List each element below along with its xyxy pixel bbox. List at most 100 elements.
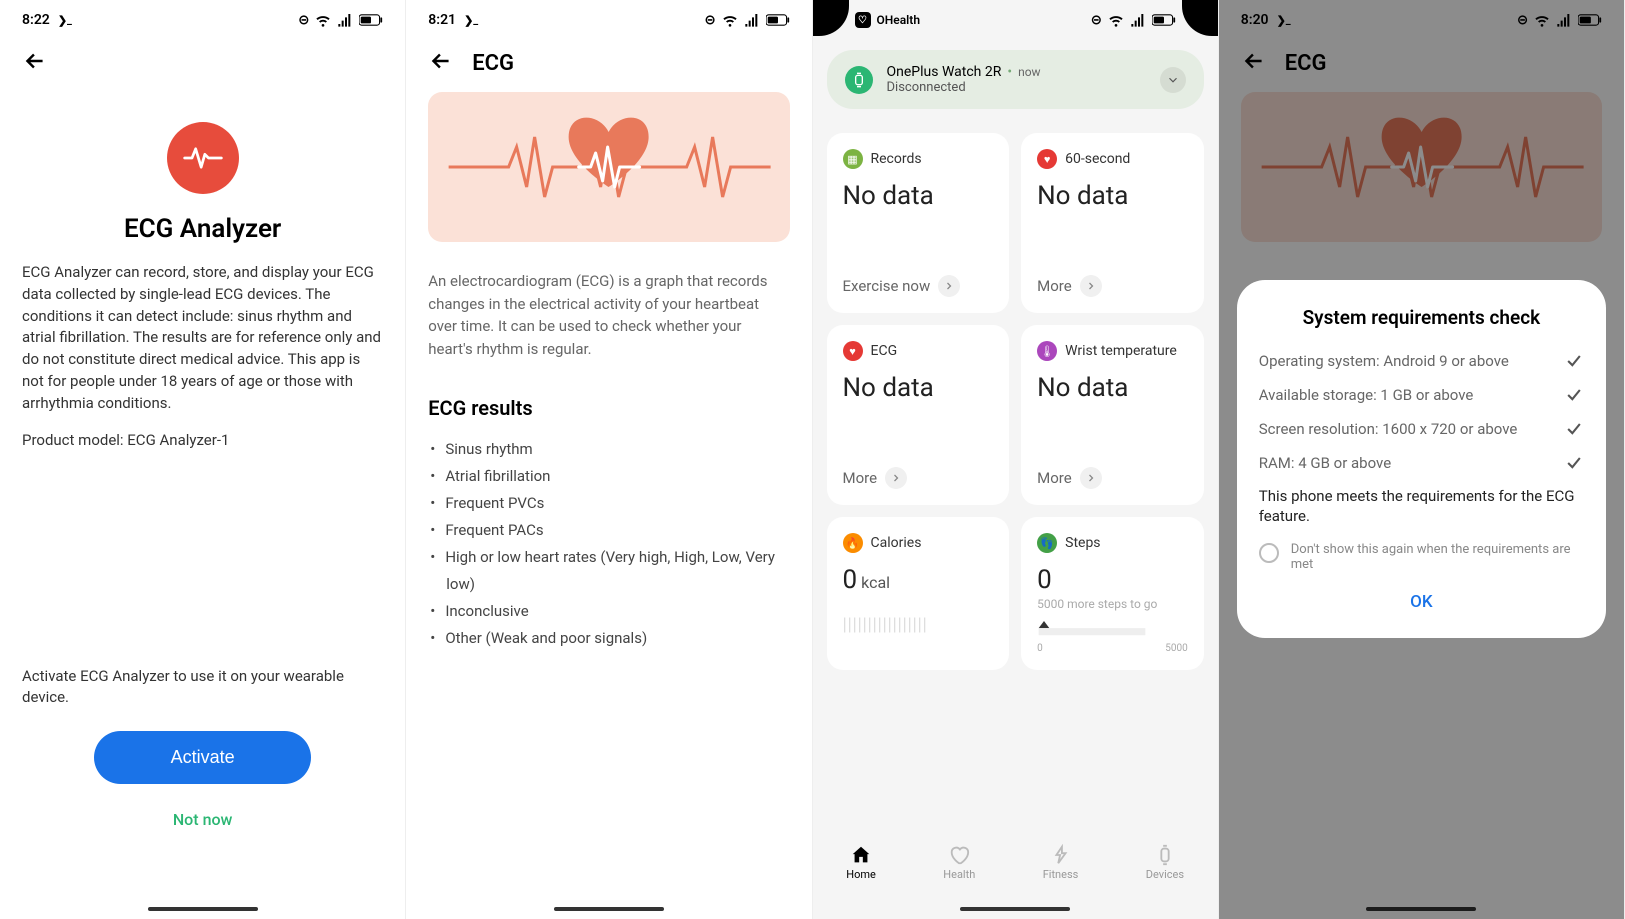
tab-devices[interactable]: Devices bbox=[1146, 844, 1184, 881]
home-indicator[interactable] bbox=[554, 907, 664, 911]
card-action[interactable]: Exercise now bbox=[843, 275, 994, 297]
screen-1-ecg-analyzer: 8:22 ❯_ ⊝ ECG Analyzer ECG Analyzer can … bbox=[0, 0, 406, 919]
steps-subtext: 5000 more steps to go bbox=[1037, 597, 1188, 611]
card-records[interactable]: ▦ Records No data Exercise now bbox=[827, 133, 1010, 313]
status-bar: 8:22 ❯_ ⊝ bbox=[0, 0, 405, 34]
watch-notification[interactable]: OnePlus Watch 2R • now Disconnected bbox=[827, 50, 1204, 109]
list-item: Frequent PACs bbox=[446, 517, 789, 544]
back-arrow-icon[interactable] bbox=[428, 48, 454, 78]
card-value: 0 bbox=[1037, 565, 1188, 595]
tab-health[interactable]: Health bbox=[943, 844, 975, 881]
dnd-icon: ⊝ bbox=[705, 13, 716, 28]
list-item: Other (Weak and poor signals) bbox=[446, 625, 789, 652]
page-title: ECG bbox=[472, 51, 514, 76]
req-row-resolution: Screen resolution: 1600 x 720 or above bbox=[1259, 419, 1584, 439]
ecg-results-list: Sinus rhythm Atrial fibrillation Frequen… bbox=[406, 436, 811, 652]
screen-4-system-requirements: 8:20 ❯_ ⊝ ECG Inconclusive bbox=[1219, 0, 1625, 919]
ecg-icon: ♥ bbox=[843, 341, 863, 361]
tab-fitness[interactable]: Fitness bbox=[1043, 844, 1079, 881]
card-label: Steps bbox=[1065, 535, 1100, 551]
activate-prompt: Activate ECG Analyzer to use it on your … bbox=[22, 666, 383, 710]
req-row-os: Operating system: Android 9 or above bbox=[1259, 351, 1584, 371]
card-value: No data bbox=[843, 373, 994, 403]
card-label: Records bbox=[871, 151, 922, 167]
card-value: 0kcal bbox=[843, 565, 994, 595]
dialog-footer-text: This phone meets the requirements for th… bbox=[1259, 487, 1584, 526]
screen-2-ecg-info: 8:21 ❯_ ⊝ ECG An electrocardiogram (ECG)… bbox=[406, 0, 812, 919]
fire-icon: 🔥 bbox=[843, 533, 863, 553]
records-icon: ▦ bbox=[843, 149, 863, 169]
dialog-title: System requirements check bbox=[1259, 306, 1584, 329]
card-value: No data bbox=[843, 181, 994, 211]
not-now-button[interactable]: Not now bbox=[22, 810, 383, 829]
notch-decoration bbox=[813, 0, 1218, 36]
chevron-right-icon bbox=[885, 467, 907, 489]
system-requirements-dialog: System requirements check Operating syst… bbox=[1237, 280, 1606, 638]
card-value: No data bbox=[1037, 181, 1188, 211]
activate-button[interactable]: Activate bbox=[94, 731, 311, 784]
product-model-text: Product model: ECG Analyzer-1 bbox=[22, 430, 383, 452]
dnd-icon: ⊝ bbox=[298, 13, 309, 28]
description-text: ECG Analyzer can record, store, and disp… bbox=[22, 262, 383, 414]
card-label: ECG bbox=[871, 343, 898, 359]
chevron-right-icon bbox=[1080, 275, 1102, 297]
status-terminal-icon: ❯_ bbox=[464, 14, 478, 27]
req-row-ram: RAM: 4 GB or above bbox=[1259, 453, 1584, 473]
card-ecg[interactable]: ♥ ECG No data More bbox=[827, 325, 1010, 505]
card-60-second[interactable]: ♥ 60-second No data More bbox=[1021, 133, 1204, 313]
ecg-pulse-icon bbox=[167, 122, 239, 194]
home-indicator[interactable] bbox=[960, 907, 1070, 911]
ecg-description: An electrocardiogram (ECG) is a graph th… bbox=[406, 270, 811, 360]
ecg-results-title: ECG results bbox=[406, 396, 811, 420]
checkbox-icon bbox=[1259, 543, 1279, 563]
heart-icon: ♥ bbox=[1037, 149, 1057, 169]
axis-min: 0 bbox=[1037, 643, 1043, 654]
battery-icon bbox=[359, 13, 383, 27]
dont-show-again-checkbox[interactable]: Don't show this again when the requireme… bbox=[1259, 542, 1584, 572]
screen-3-ohealth-home: ♡ OHealth ⊝ OnePlus Watch 2R • now Disco… bbox=[813, 0, 1219, 919]
card-value: No data bbox=[1037, 373, 1188, 403]
signal-icon bbox=[337, 12, 353, 28]
chevron-right-icon bbox=[938, 275, 960, 297]
status-terminal-icon: ❯_ bbox=[58, 14, 72, 27]
check-icon bbox=[1564, 419, 1584, 439]
card-steps[interactable]: 👣 Steps 0 5000 more steps to go 0 5000 bbox=[1021, 517, 1204, 670]
steps-progress-bar: 0 5000 bbox=[1037, 621, 1188, 654]
req-row-storage: Available storage: 1 GB or above bbox=[1259, 385, 1584, 405]
ok-button[interactable]: OK bbox=[1259, 580, 1584, 624]
back-arrow-icon[interactable] bbox=[22, 48, 48, 78]
wifi-icon bbox=[722, 12, 738, 28]
status-time: 8:22 bbox=[22, 12, 50, 28]
page-title: ECG Analyzer bbox=[22, 214, 383, 244]
card-wrist-temperature[interactable]: 🌡 Wrist temperature No data More bbox=[1021, 325, 1204, 505]
chevron-down-icon[interactable] bbox=[1160, 67, 1186, 93]
thermometer-icon: 🌡 bbox=[1037, 341, 1057, 361]
battery-icon bbox=[766, 13, 790, 27]
card-label: Wrist temperature bbox=[1065, 343, 1177, 359]
notif-title: OnePlus Watch 2R bbox=[887, 64, 1002, 80]
axis-max: 5000 bbox=[1165, 643, 1187, 654]
status-right-icons: ⊝ bbox=[298, 12, 383, 28]
bottom-tabbar: Home Health Fitness Devices bbox=[813, 836, 1218, 889]
card-action[interactable]: More bbox=[1037, 275, 1188, 297]
list-item: Atrial fibrillation bbox=[446, 463, 789, 490]
card-calories[interactable]: 🔥 Calories 0kcal bbox=[827, 517, 1010, 670]
status-right-icons: ⊝ bbox=[705, 12, 790, 28]
card-label: 60-second bbox=[1065, 151, 1130, 167]
wifi-icon bbox=[315, 12, 331, 28]
list-item: Inconclusive bbox=[446, 598, 789, 625]
tab-home[interactable]: Home bbox=[846, 844, 876, 881]
calories-sparkline bbox=[843, 607, 943, 633]
list-item: High or low heart rates (Very high, High… bbox=[446, 544, 789, 598]
list-item: Sinus rhythm bbox=[446, 436, 789, 463]
card-unit: kcal bbox=[861, 573, 890, 592]
card-action[interactable]: More bbox=[843, 467, 994, 489]
steps-icon: 👣 bbox=[1037, 533, 1057, 553]
card-action[interactable]: More bbox=[1037, 467, 1188, 489]
notif-time: now bbox=[1018, 65, 1041, 79]
home-indicator[interactable] bbox=[148, 907, 258, 911]
check-icon bbox=[1564, 453, 1584, 473]
chevron-right-icon bbox=[1080, 467, 1102, 489]
status-bar: 8:21 ❯_ ⊝ bbox=[406, 0, 811, 34]
status-time: 8:21 bbox=[428, 12, 456, 28]
